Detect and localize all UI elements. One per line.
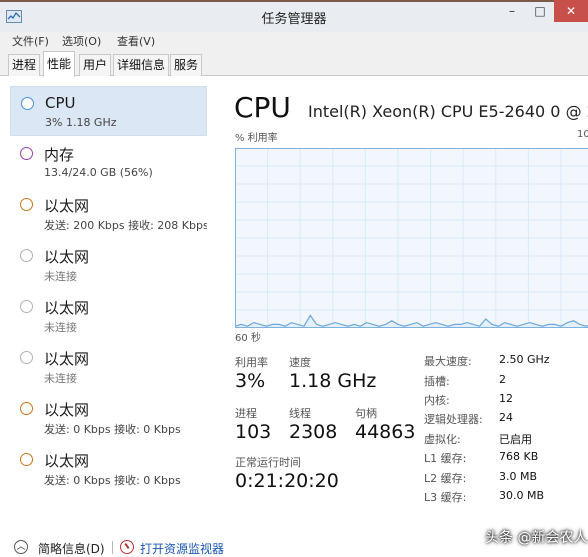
resource-monitor-icon[interactable] (120, 540, 134, 554)
graph-axis-label: % 利用率 (235, 133, 278, 144)
threads-label: 线程 (289, 407, 311, 420)
ethernet-status-icon (20, 198, 33, 211)
maximize-button[interactable]: □ (526, 0, 554, 22)
ethernet-status-icon (20, 402, 33, 415)
sidebar-item-name: 以太网 (44, 197, 90, 215)
menu-bar: 文件(F) 选项(O) 查看(V) (0, 32, 588, 50)
page-title: CPU (234, 91, 291, 124)
menu-file[interactable]: 文件(F) (12, 33, 49, 49)
cpu-status-icon (21, 97, 34, 110)
sidebar-item-detail: 发送: 0 Kbps 接收: 0 Kbps (44, 474, 181, 487)
sockets-label: 插槽: (424, 375, 450, 388)
speed-label: 速度 (289, 356, 311, 369)
sidebar-item-ethernet-2[interactable]: 以太网 未连接 (10, 239, 207, 289)
logical-processors-label: 逻辑处理器: (424, 413, 483, 426)
ethernet-status-icon (20, 351, 33, 364)
chevron-up-icon[interactable]: ︿ (14, 540, 28, 554)
sidebar-item-detail: 未连接 (44, 270, 77, 283)
sidebar-item-name: 以太网 (44, 350, 90, 368)
max-speed-label: 最大速度: (424, 355, 472, 368)
sidebar-item-detail: 发送: 200 Kbps 接收: 208 Kbps (44, 219, 207, 232)
memory-status-icon (20, 147, 33, 160)
l2-cache-label: L2 缓存: (424, 472, 467, 485)
sidebar-item-name: CPU (45, 94, 76, 112)
sidebar-item-detail: 未连接 (44, 321, 77, 334)
uptime-label: 正常运行时间 (235, 456, 301, 469)
processes-label: 进程 (235, 407, 257, 420)
l1-cache-value: 768 KB (499, 450, 539, 463)
handles-label: 句柄 (355, 407, 377, 420)
utilization-value: 3% (235, 370, 266, 392)
footer-divider (112, 541, 113, 554)
threads-value: 2308 (289, 421, 338, 443)
sidebar-item-cpu[interactable]: CPU 3% 1.18 GHz (10, 86, 207, 136)
ethernet-status-icon (20, 249, 33, 262)
sidebar-item-detail: 发送: 0 Kbps 接收: 0 Kbps (44, 423, 181, 436)
tab-performance[interactable]: 性能 (43, 51, 76, 77)
sidebar-item-detail: 13.4/24.0 GB (56%) (44, 166, 153, 179)
menu-view[interactable]: 查看(V) (117, 33, 155, 49)
sidebar-item-ethernet-5[interactable]: 以太网 发送: 0 Kbps 接收: 0 Kbps (10, 392, 207, 442)
l3-cache-value: 30.0 MB (499, 489, 545, 502)
processes-value: 103 (235, 421, 272, 443)
graph-max-label: 100% (577, 129, 588, 140)
sidebar-item-ethernet-1[interactable]: 以太网 发送: 200 Kbps 接收: 208 Kbps (10, 188, 207, 238)
sidebar-item-detail: 未连接 (44, 372, 77, 385)
handles-value: 44863 (355, 421, 416, 443)
tab-bar: 进程 性能 用户 详细信息 服务 (0, 50, 588, 77)
sidebar-item-name: 以太网 (44, 248, 90, 266)
uptime-value: 0:21:20:20 (235, 470, 339, 492)
sidebar-item-name: 以太网 (44, 452, 90, 470)
sidebar-item-ethernet-6[interactable]: 以太网 发送: 0 Kbps 接收: 0 Kbps (10, 443, 207, 493)
cpu-model: Intel(R) Xeon(R) CPU E5-2640 0 @ 2.50GHz (308, 102, 588, 121)
sidebar-item-name: 以太网 (44, 299, 90, 317)
fewer-details-button[interactable]: 简略信息(D) (38, 540, 105, 557)
ethernet-status-icon (20, 453, 33, 466)
tab-details[interactable]: 详细信息 (113, 54, 170, 76)
max-speed-value: 2.50 GHz (499, 353, 550, 366)
sidebar-item-detail: 3% 1.18 GHz (45, 116, 117, 129)
sidebar-item-name: 内存 (44, 146, 75, 164)
window-controls: – □ ✕ (498, 0, 588, 22)
sidebar-item-ethernet-3[interactable]: 以太网 未连接 (10, 290, 207, 340)
cores-value: 12 (499, 392, 513, 405)
open-resource-monitor-link[interactable]: 打开资源监视器 (140, 540, 224, 557)
minimize-button[interactable]: – (498, 0, 526, 22)
watermark: 头条 @新会农人 (485, 530, 588, 546)
sidebar-item-memory[interactable]: 内存 13.4/24.0 GB (56%) (10, 137, 207, 187)
resource-sidebar: CPU 3% 1.18 GHz 内存 13.4/24.0 GB (56%) 以太… (0, 77, 210, 537)
sockets-value: 2 (499, 373, 506, 386)
title-bar[interactable]: 任务管理器 – □ ✕ (0, 0, 588, 32)
sidebar-item-name: 以太网 (44, 401, 90, 419)
l2-cache-value: 3.0 MB (499, 470, 538, 483)
speed-value: 1.18 GHz (289, 370, 377, 392)
l1-cache-label: L1 缓存: (424, 452, 467, 465)
utilization-label: 利用率 (235, 356, 268, 369)
tab-services[interactable]: 服务 (170, 54, 203, 76)
sidebar-item-ethernet-4[interactable]: 以太网 未连接 (10, 341, 207, 391)
logical-processors-value: 24 (499, 411, 513, 424)
ethernet-status-icon (20, 300, 33, 313)
close-button[interactable]: ✕ (554, 0, 588, 22)
graph-time-label: 60 秒 (235, 333, 261, 344)
virtualization-label: 虚拟化: (424, 433, 461, 446)
cpu-detail-panel: CPU Intel(R) Xeon(R) CPU E5-2640 0 @ 2.5… (210, 77, 588, 537)
tab-processes[interactable]: 进程 (8, 54, 41, 76)
virtualization-value: 已启用 (499, 433, 532, 446)
cpu-utilization-graph[interactable] (235, 148, 588, 328)
tab-users[interactable]: 用户 (79, 54, 112, 76)
menu-options[interactable]: 选项(O) (62, 33, 101, 49)
cores-label: 内核: (424, 394, 450, 407)
l3-cache-label: L3 缓存: (424, 491, 467, 504)
